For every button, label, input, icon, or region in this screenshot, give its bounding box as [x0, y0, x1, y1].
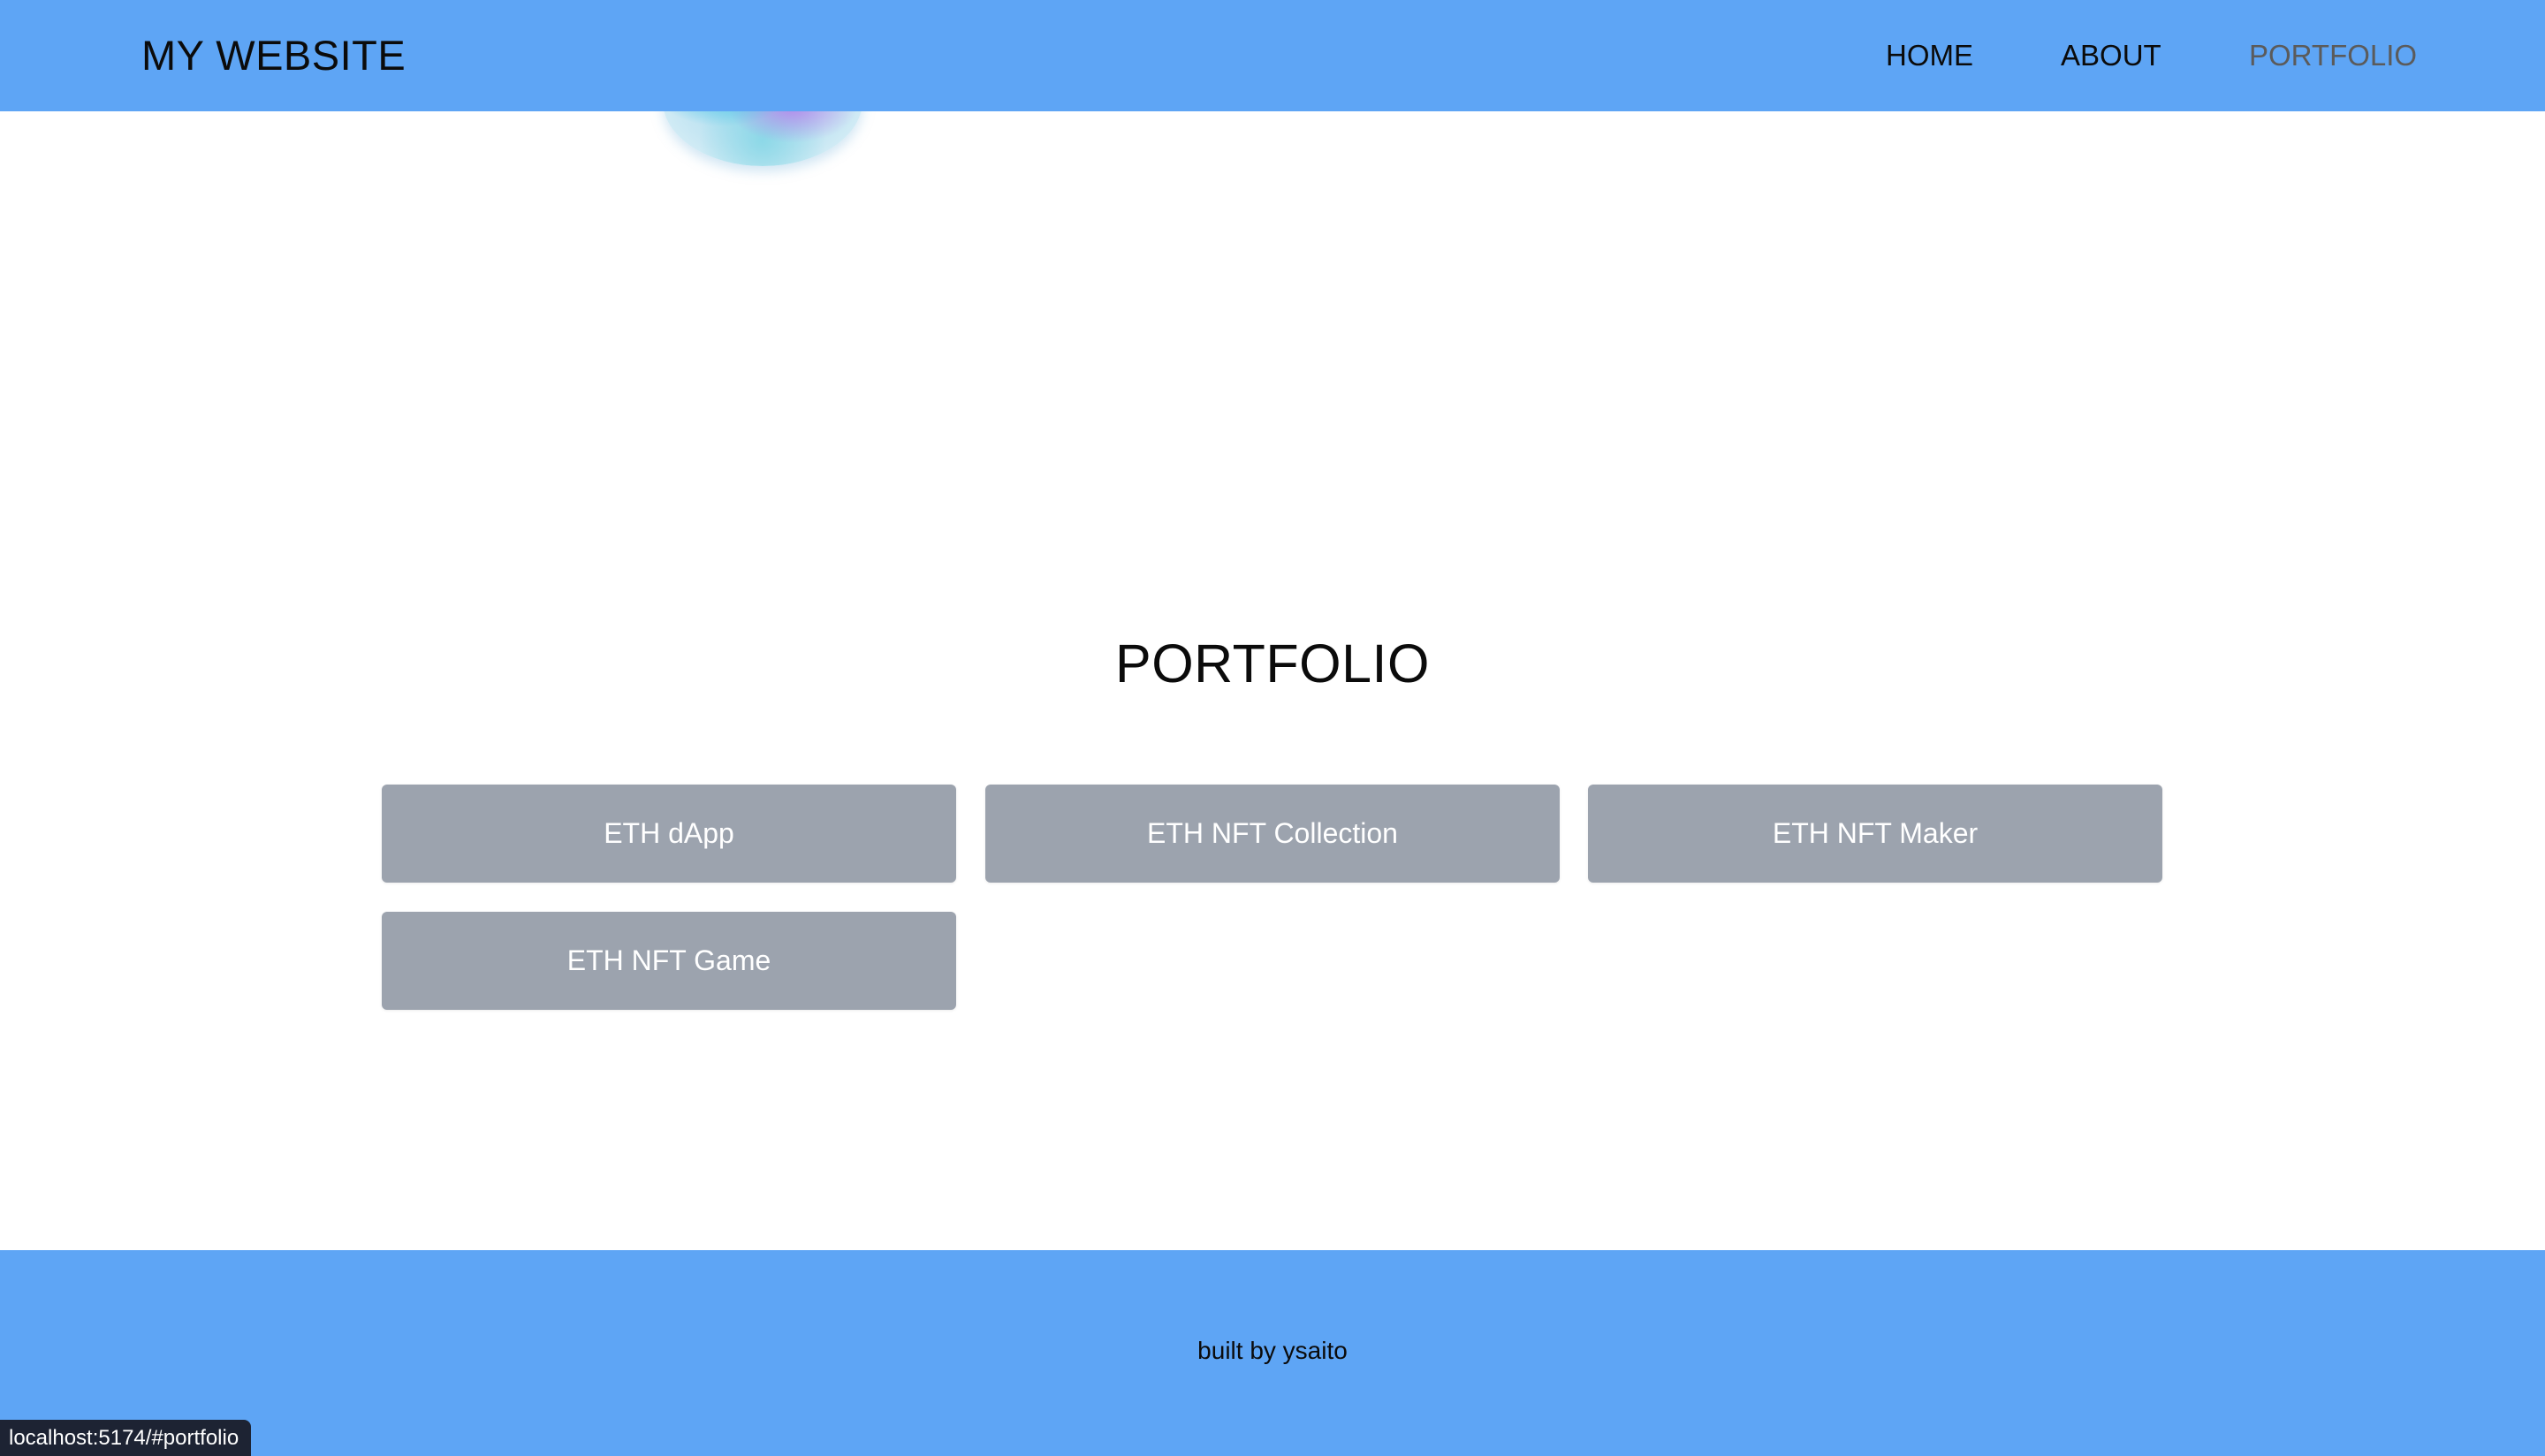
site-brand[interactable]: MY WEBSITE — [141, 0, 406, 111]
project-card-eth-dapp[interactable]: ETH dApp — [382, 785, 956, 883]
project-card-eth-nft-collection[interactable]: ETH NFT Collection — [985, 785, 1560, 883]
link-preview-url: localhost:5174/#portfolio — [0, 1420, 252, 1456]
project-card-eth-nft-game[interactable]: ETH NFT Game — [382, 912, 956, 1010]
nav-item-about[interactable]: ABOUT — [2061, 0, 2161, 111]
site-footer: built by ysaito — [0, 1250, 2545, 1456]
portfolio-title: PORTFOLIO — [1115, 633, 1430, 694]
nav-item-home[interactable]: HOME — [1886, 0, 1973, 111]
footer-credit: built by ysaito — [1197, 1337, 1348, 1364]
project-card-eth-nft-maker[interactable]: ETH NFT Maker — [1588, 785, 2162, 883]
nav-item-portfolio[interactable]: PORTFOLIO — [2249, 0, 2417, 111]
site-header: MY WEBSITE HOME ABOUT PORTFOLIO — [0, 0, 2545, 111]
page: MY WEBSITE HOME ABOUT PORTFOLIO PORTFOLI… — [0, 0, 2545, 1456]
